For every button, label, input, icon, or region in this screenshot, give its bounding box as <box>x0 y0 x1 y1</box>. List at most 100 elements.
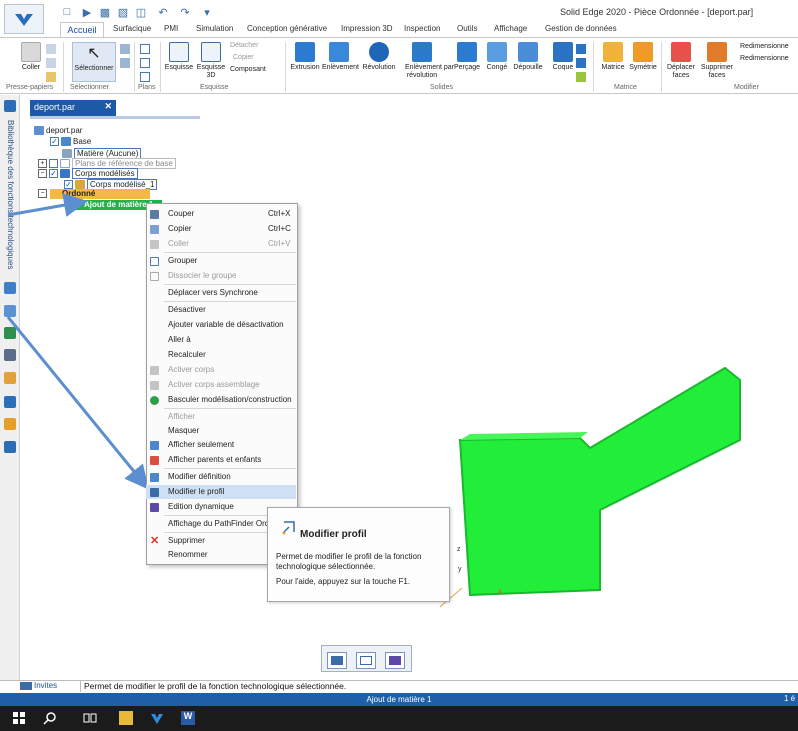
tree-item-base[interactable]: ✓ Base <box>50 137 91 146</box>
checkbox-icon[interactable]: ✓ <box>49 169 58 178</box>
cut-icon[interactable] <box>46 44 56 54</box>
tab-impression-3d[interactable]: Impression 3D <box>341 24 393 33</box>
tab-surfacique[interactable]: Surfacique <box>113 24 151 33</box>
word-icon[interactable]: W <box>181 711 195 725</box>
draft-icon <box>518 42 538 62</box>
plane-parallel-icon[interactable] <box>140 58 150 68</box>
draft-button[interactable]: Dépouille <box>511 42 545 82</box>
select-button[interactable]: ↖ Sélectionner <box>72 42 116 82</box>
menu-item-modifier-definition[interactable]: Modifier définition <box>146 470 296 484</box>
cutout-button[interactable]: Enlèvement <box>322 42 359 82</box>
format-painter-icon[interactable] <box>46 72 56 82</box>
collapse-icon[interactable]: − <box>38 169 47 178</box>
ribbon-separator <box>63 42 64 92</box>
tab-pmi[interactable]: PMI <box>164 24 178 33</box>
application-menu-button[interactable] <box>4 4 44 34</box>
search-icon[interactable] <box>43 711 57 725</box>
round-icon <box>487 42 507 62</box>
menu-item-ajouter-variable[interactable]: Ajouter variable de désactivation <box>146 318 296 332</box>
menu-item-afficher[interactable]: Afficher <box>146 410 296 424</box>
windows-start-icon[interactable] <box>12 711 26 725</box>
hole-button[interactable]: Perçage <box>450 42 484 82</box>
save-icon[interactable]: ▩ <box>98 5 112 19</box>
sketch-3d-button[interactable]: Esquisse 3D <box>194 42 228 82</box>
triad-x-icon: x <box>498 587 502 596</box>
tree-item-root[interactable]: deport.par <box>34 126 82 135</box>
round-button[interactable]: Congé <box>480 42 514 82</box>
copy-icon[interactable] <box>46 58 56 68</box>
sketch-button[interactable]: Esquisse <box>162 42 196 82</box>
revolution-button[interactable]: Révolution <box>362 42 396 82</box>
menu-item-desactiver[interactable]: Désactiver <box>146 303 296 317</box>
menu-item-grouper[interactable]: Grouper <box>146 254 296 268</box>
resize-button-1[interactable]: Redimensionne <box>740 43 789 50</box>
lip-icon[interactable] <box>576 72 586 82</box>
tab-inspection[interactable]: Inspection <box>404 24 440 33</box>
rib-icon[interactable] <box>576 44 586 54</box>
shell-button[interactable]: Coque <box>546 42 580 82</box>
mini-toolbar-button-1[interactable] <box>327 652 347 669</box>
menu-item-aller-a[interactable]: Aller à <box>146 333 296 347</box>
menu-item-activer-corps[interactable]: Activer corps <box>146 363 296 377</box>
open-icon[interactable]: ▶ <box>80 5 94 19</box>
checkbox-icon[interactable] <box>49 159 58 168</box>
menu-item-deplacer-synchrone[interactable]: Déplacer vers Synchrone <box>146 286 296 300</box>
expand-icon[interactable]: + <box>38 159 47 168</box>
move-faces-button[interactable]: Déplacer faces <box>664 42 698 82</box>
menu-item-afficher-parents[interactable]: Afficher parents et enfants <box>146 453 296 467</box>
customize-qat-icon[interactable]: ▾ <box>200 5 214 19</box>
mini-toolbar-button-2[interactable] <box>356 652 376 669</box>
file-explorer-icon[interactable] <box>119 711 133 725</box>
pattern-button[interactable]: Matrice <box>596 42 630 82</box>
tab-gestion-donnees[interactable]: Gestion de données <box>545 24 617 33</box>
tree-item-corps-modelises[interactable]: − ✓ Corps modélisés <box>38 168 138 179</box>
print-icon[interactable]: ◫ <box>134 5 148 19</box>
copy-sketch-button[interactable]: Copier <box>233 54 254 61</box>
select-tool-icon[interactable] <box>120 44 130 54</box>
menu-item-copier[interactable]: Copier Ctrl+C <box>146 222 296 236</box>
pathfinder-icon[interactable] <box>4 100 16 112</box>
undo-icon[interactable]: ↶ <box>156 5 170 19</box>
menu-item-affichage-pathfinder[interactable]: Affichage du PathFinder Ordonné <box>146 517 268 531</box>
menu-item-masquer[interactable]: Masquer <box>146 424 296 438</box>
tab-outils[interactable]: Outils <box>457 24 477 33</box>
save-all-icon[interactable]: ▧ <box>116 5 130 19</box>
menu-item-afficher-seulement[interactable]: Afficher seulement <box>146 438 296 452</box>
tab-accueil[interactable]: Accueil <box>60 22 104 38</box>
revolved-cutout-button[interactable]: Enlèvement par révolution <box>405 42 454 82</box>
mirror-button[interactable]: Symétrie <box>626 42 660 82</box>
tab-affichage[interactable]: Affichage <box>494 24 527 33</box>
menu-item-modifier-profil[interactable]: Modifier le profil <box>146 485 296 499</box>
plane-icon[interactable] <box>140 44 150 54</box>
close-icon[interactable]: ✕ <box>104 101 112 112</box>
document-tab[interactable]: deport.par ✕ <box>30 100 116 116</box>
tab-conception-generative[interactable]: Conception générative <box>247 24 327 33</box>
tab-simulation[interactable]: Simulation <box>196 24 233 33</box>
solid-edge-logo-icon <box>15 14 33 26</box>
menu-item-basculer[interactable]: Basculer modélisation/construction <box>146 393 296 407</box>
menu-item-dissocier[interactable]: Dissocier le groupe <box>146 269 296 283</box>
prompt-label[interactable]: Invites <box>34 681 57 690</box>
menu-item-coller[interactable]: Coller Ctrl+V <box>146 237 296 251</box>
component-button[interactable]: Composant <box>230 66 266 73</box>
web-network-icon[interactable] <box>576 58 586 68</box>
detach-button[interactable]: Détacher <box>230 42 258 49</box>
solid-edge-taskbar-icon[interactable] <box>150 711 164 725</box>
resize-button-2[interactable]: Redimensionne <box>740 55 789 62</box>
menu-item-recalculer[interactable]: Recalculer <box>146 348 296 362</box>
menu-item-couper[interactable]: Couper Ctrl+X <box>146 207 296 221</box>
triad-z-icon: z <box>457 546 461 553</box>
checkbox-icon[interactable]: ✓ <box>50 137 59 146</box>
menu-item-activer-corps-assemblage[interactable]: Activer corps assemblage <box>146 378 296 392</box>
paste-button[interactable]: Coller <box>14 42 48 82</box>
task-view-icon[interactable] <box>83 711 97 725</box>
new-icon[interactable]: □ <box>60 5 74 19</box>
activate-assembly-body-icon <box>150 381 159 390</box>
plane-angle-icon[interactable] <box>140 72 150 82</box>
redo-icon[interactable]: ↷ <box>178 5 192 19</box>
model-viewport[interactable]: x <box>440 360 798 660</box>
select-filter-icon[interactable] <box>120 58 130 68</box>
extrusion-button[interactable]: Extrusion <box>288 42 322 82</box>
delete-faces-button[interactable]: Supprimer faces <box>700 42 734 82</box>
mini-toolbar-button-3[interactable] <box>385 652 405 669</box>
